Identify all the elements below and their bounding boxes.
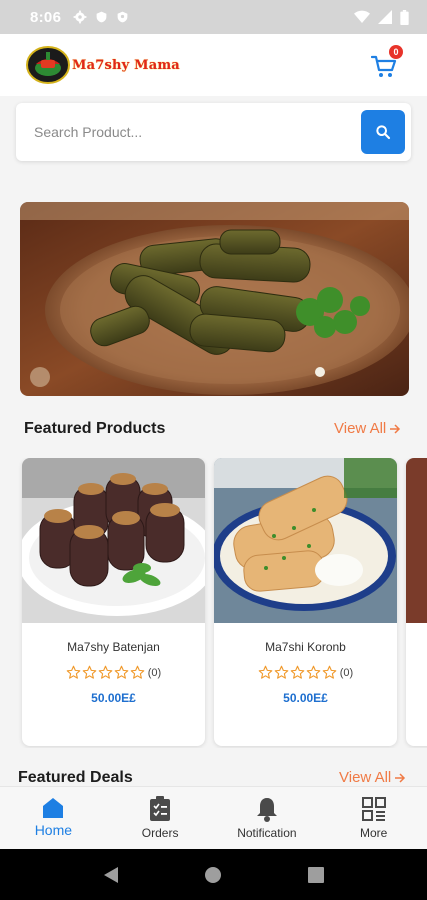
gear-icon: [73, 10, 87, 24]
arrow-right-icon: [390, 423, 401, 434]
nav-label-orders: Orders: [141, 826, 179, 840]
star-icon: [66, 665, 81, 679]
cart-button[interactable]: 0: [371, 45, 403, 79]
stuffed-vine-leaves-image: [20, 202, 409, 396]
view-all-label: View All: [339, 769, 392, 786]
logo-text: Ma7shy Mama: [72, 57, 180, 73]
product-card[interactable]: Ma7shi Koronb (0) 50.00E£: [214, 458, 397, 746]
featured-products-title: Featured Products: [24, 420, 166, 437]
star-icon: [82, 665, 97, 679]
search-icon: [376, 125, 391, 140]
star-icon: [290, 665, 305, 679]
product-price: 50.00E£: [91, 691, 136, 705]
product-image-batenjan: [22, 458, 205, 623]
system-navigation-bar: [0, 849, 427, 900]
arrow-right-icon: [395, 772, 406, 783]
product-rating: (0): [214, 665, 397, 680]
orders-icon: [150, 796, 171, 821]
promo-banner[interactable]: [20, 202, 409, 396]
featured-deals-view-all[interactable]: View All: [339, 769, 406, 786]
status-icons-left: [73, 10, 129, 24]
signal-icon: [378, 10, 392, 24]
view-all-label: View All: [334, 420, 387, 437]
star-icon: [98, 665, 113, 679]
product-card-partial[interactable]: [406, 458, 427, 746]
nav-label-home: Home: [34, 822, 73, 838]
product-image-koronb: [214, 458, 397, 623]
search-input[interactable]: [34, 124, 361, 140]
product-rating: (0): [22, 665, 205, 680]
nav-label-notification: Notification: [237, 826, 297, 840]
star-icon: [306, 665, 321, 679]
battery-icon: [400, 9, 409, 25]
status-time: 8:06: [30, 8, 62, 26]
star-icon: [322, 665, 337, 679]
home-icon: [43, 798, 64, 818]
bottom-navigation: Home Orders Notification More: [0, 786, 427, 849]
status-bar: 8:06: [0, 0, 427, 34]
search-button[interactable]: [361, 110, 405, 154]
wifi-icon: [354, 10, 370, 23]
featured-deals-title: Featured Deals: [18, 769, 133, 786]
nav-item-notification[interactable]: Notification: [214, 787, 321, 849]
recents-icon[interactable]: [308, 866, 325, 883]
back-icon[interactable]: [103, 866, 119, 884]
product-name: Ma7shi Koronb: [265, 640, 346, 654]
shield-outline-icon: [117, 11, 128, 23]
shield-icon: [96, 11, 107, 23]
product-price: 50.00E£: [283, 691, 328, 705]
star-icon: [130, 665, 145, 679]
cart-count-badge: 0: [389, 45, 403, 59]
nav-item-home[interactable]: Home: [0, 787, 107, 849]
app-header: Ma7shy Mama 0: [0, 34, 427, 96]
nav-item-more[interactable]: More: [320, 787, 427, 849]
app-logo[interactable]: Ma7shy Mama: [26, 46, 180, 84]
star-icon: [274, 665, 289, 679]
nav-label-more: More: [359, 826, 388, 840]
product-card[interactable]: Ma7shy Batenjan (0) 50.00E£: [22, 458, 205, 746]
product-image-partial: [406, 458, 427, 623]
star-icon: [114, 665, 129, 679]
bell-icon: [256, 798, 277, 822]
logo-emblem-icon: [26, 46, 70, 84]
featured-products-view-all[interactable]: View All: [334, 420, 401, 437]
featured-products-list[interactable]: Ma7shy Batenjan (0) 50.00E£ Ma7shi Koron…: [0, 458, 427, 748]
nav-item-orders[interactable]: Orders: [107, 787, 214, 849]
home-circle-icon[interactable]: [204, 866, 222, 884]
grid-icon: [361, 797, 386, 821]
star-icon: [258, 665, 273, 679]
rating-count: (0): [339, 666, 354, 679]
status-icons-right: [354, 9, 409, 25]
product-name: Ma7shy Batenjan: [67, 640, 160, 654]
search-bar: [16, 103, 411, 161]
rating-count: (0): [147, 666, 162, 679]
